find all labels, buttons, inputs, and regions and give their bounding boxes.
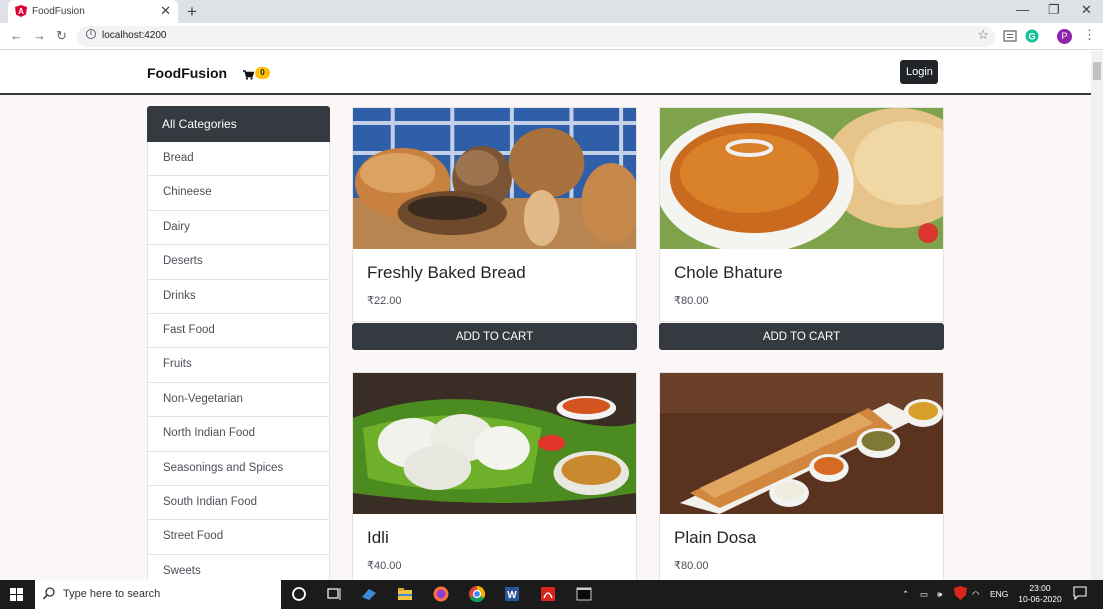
svg-text:G: G bbox=[1028, 32, 1035, 42]
terminal-icon[interactable] bbox=[575, 585, 593, 603]
cart-link[interactable]: 0 bbox=[243, 67, 270, 85]
browser-toolbar: ← → ↻ i localhost:4200 ☆ G bbox=[0, 23, 1103, 50]
forward-icon[interactable]: → bbox=[33, 28, 46, 43]
category-item-bread[interactable]: Bread bbox=[147, 142, 330, 177]
category-item-dairy[interactable]: Dairy bbox=[147, 210, 330, 246]
input-language[interactable]: ENG bbox=[990, 589, 1008, 599]
cortana-icon[interactable] bbox=[290, 585, 308, 603]
page-viewport: FoodFusion 0 Login All Categories Bread … bbox=[0, 51, 1091, 580]
address-bar[interactable]: i localhost:4200 ☆ bbox=[77, 26, 995, 47]
url-text: localhost:4200 bbox=[102, 30, 167, 41]
chevron-up-icon[interactable]: ⌃ bbox=[902, 589, 909, 600]
search-icon bbox=[43, 587, 55, 600]
taskbar-search-placeholder: Type here to search bbox=[63, 588, 161, 600]
reload-icon[interactable]: ↻ bbox=[56, 28, 67, 44]
acrobat-icon[interactable] bbox=[539, 585, 557, 603]
battery-icon[interactable]: ▭ bbox=[920, 589, 928, 600]
word-icon[interactable]: W bbox=[503, 585, 521, 603]
category-item-drinks[interactable]: Drinks bbox=[147, 279, 330, 314]
cart-count-badge: 0 bbox=[255, 67, 270, 79]
category-item-fruits[interactable]: Fruits bbox=[147, 348, 330, 383]
category-sidebar: All Categories Bread Chineese Dairy Dese… bbox=[147, 106, 330, 580]
product-image-chole-bhature bbox=[655, 108, 973, 253]
bookmark-star-icon[interactable]: ☆ bbox=[977, 27, 989, 43]
product-name[interactable]: Plain Dosa bbox=[674, 528, 756, 548]
firefox-icon[interactable] bbox=[432, 585, 450, 603]
notification-icon[interactable] bbox=[1073, 586, 1087, 600]
info-icon[interactable]: i bbox=[86, 29, 96, 39]
clock-date: 10-06-2020 bbox=[1018, 594, 1062, 604]
product-card: Freshly Baked Bread ₹22.00 bbox=[352, 107, 641, 322]
angular-icon: A bbox=[15, 5, 27, 17]
windows-start-icon[interactable] bbox=[10, 588, 23, 601]
product-card: Chole Bhature ₹80.00 bbox=[655, 107, 973, 322]
taskbar-search-box[interactable]: Type here to search bbox=[35, 580, 281, 609]
product-name[interactable]: Freshly Baked Bread bbox=[367, 263, 526, 283]
extension-icon[interactable] bbox=[1003, 29, 1017, 43]
taskbar-clock[interactable]: 23:00 10-06-2020 bbox=[1010, 583, 1070, 605]
volume-icon[interactable]: 🕪 bbox=[937, 589, 942, 600]
windows-taskbar: Type here to search W ⌃ ▭ 🕪 ◠ ENG 23:00 … bbox=[0, 580, 1103, 609]
all-categories-item[interactable]: All Categories bbox=[147, 106, 330, 142]
app-icon[interactable] bbox=[360, 585, 378, 603]
product-card: Idli ₹40.00 bbox=[352, 372, 637, 580]
shopping-cart-icon bbox=[243, 70, 254, 80]
add-to-cart-button[interactable]: ADD TO CART bbox=[352, 323, 637, 350]
brand-logo[interactable]: FoodFusion bbox=[147, 65, 227, 81]
tab-title: FoodFusion bbox=[32, 6, 85, 17]
svg-text:W: W bbox=[507, 590, 517, 601]
product-image-idli bbox=[353, 373, 636, 514]
product-card: Plain Dosa ₹80.00 bbox=[659, 372, 944, 580]
close-window-icon[interactable]: ✕ bbox=[1081, 2, 1092, 18]
category-item-street-food[interactable]: Street Food bbox=[147, 520, 330, 555]
add-to-cart-button[interactable]: ADD TO CART bbox=[659, 323, 944, 350]
grammarly-icon[interactable]: G bbox=[1025, 29, 1039, 43]
product-image-plain-dosa bbox=[660, 373, 943, 514]
page-scrollbar[interactable] bbox=[1091, 51, 1103, 580]
svg-text:A: A bbox=[18, 7, 24, 16]
product-price: ₹80.00 bbox=[674, 295, 709, 307]
category-item-sweets[interactable]: Sweets bbox=[147, 554, 330, 580]
restore-icon[interactable]: ❐ bbox=[1048, 2, 1060, 18]
back-icon[interactable]: ← bbox=[10, 28, 23, 43]
category-item-north-indian-food[interactable]: North Indian Food bbox=[147, 417, 330, 452]
wifi-icon[interactable]: ◠ bbox=[972, 589, 979, 600]
product-name[interactable]: Chole Bhature bbox=[674, 263, 783, 283]
site-navbar: FoodFusion 0 Login bbox=[0, 51, 1091, 95]
category-item-non-vegetarian[interactable]: Non-Vegetarian bbox=[147, 382, 330, 418]
product-name[interactable]: Idli bbox=[367, 528, 389, 548]
category-item-chineese[interactable]: Chineese bbox=[147, 176, 330, 211]
product-price: ₹40.00 bbox=[367, 560, 402, 572]
category-item-fast-food[interactable]: Fast Food bbox=[147, 313, 330, 349]
product-image-bread bbox=[353, 108, 641, 249]
file-explorer-icon[interactable] bbox=[396, 585, 414, 603]
clock-time: 23:00 bbox=[1029, 583, 1051, 593]
category-item-south-indian-food[interactable]: South Indian Food bbox=[147, 485, 330, 521]
security-shield-icon[interactable] bbox=[954, 586, 967, 600]
close-tab-icon[interactable]: ✕ bbox=[160, 3, 171, 19]
task-view-icon[interactable] bbox=[325, 585, 343, 603]
product-price: ₹22.00 bbox=[367, 295, 402, 307]
scrollbar-thumb[interactable] bbox=[1093, 62, 1101, 80]
menu-kebab-icon[interactable]: ⋮ bbox=[1083, 27, 1096, 43]
browser-tab[interactable]: A FoodFusion ✕ bbox=[8, 0, 178, 23]
chrome-icon[interactable] bbox=[468, 585, 486, 603]
profile-avatar[interactable]: P bbox=[1057, 29, 1072, 44]
category-item-seasonings-and-spices[interactable]: Seasonings and Spices bbox=[147, 451, 330, 486]
product-price: ₹80.00 bbox=[674, 560, 709, 572]
login-button[interactable]: Login bbox=[900, 60, 938, 84]
browser-tabstrip: A FoodFusion ✕ + — ❐ ✕ bbox=[0, 0, 1103, 23]
category-item-deserts[interactable]: Deserts bbox=[147, 245, 330, 280]
new-tab-icon[interactable]: + bbox=[187, 2, 197, 22]
minimize-icon[interactable]: — bbox=[1016, 2, 1029, 17]
